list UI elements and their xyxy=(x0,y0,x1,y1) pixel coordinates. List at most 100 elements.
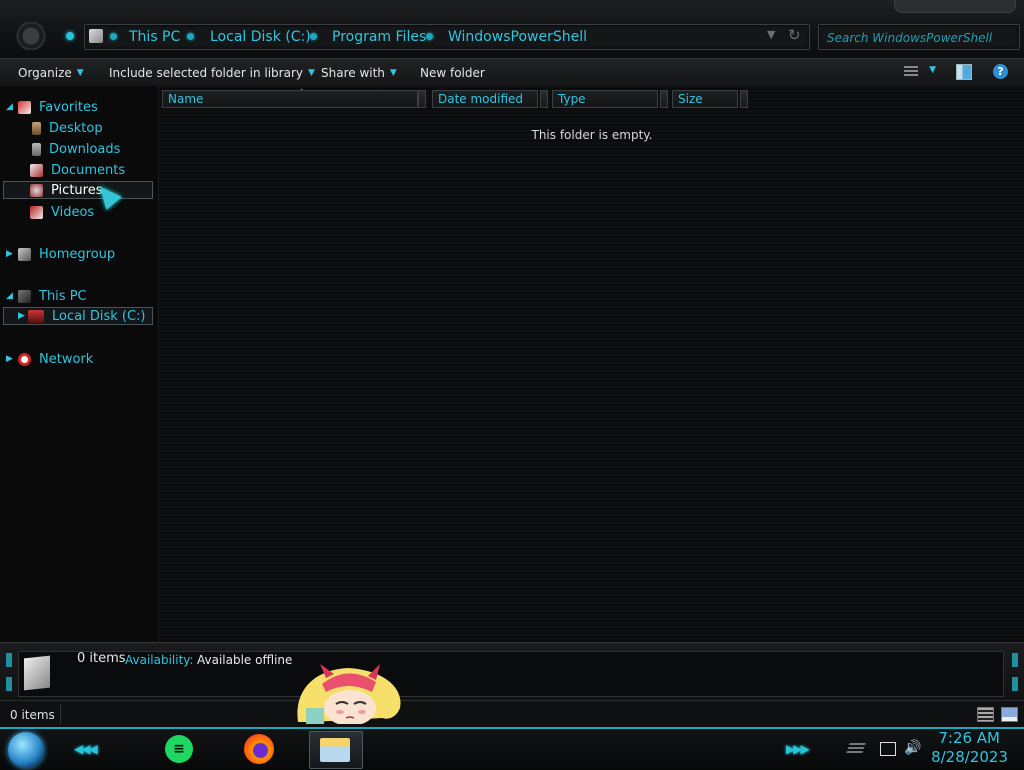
expanded-chevron-icon[interactable]: ◢ xyxy=(6,291,18,301)
command-toolbar: Organize ▼ Include selected folder in li… xyxy=(0,58,1024,87)
firefox-taskbar-icon[interactable] xyxy=(244,734,274,764)
back-forward-orb-icon[interactable] xyxy=(12,22,50,50)
nav-item-local-disk[interactable]: ▶ Local Disk (C:) xyxy=(3,307,153,325)
details-view-icon[interactable] xyxy=(977,707,994,722)
address-history-chevron-down-icon[interactable]: ▼ xyxy=(767,28,775,41)
volume-icon[interactable]: 🔊 xyxy=(904,740,921,756)
include-in-library-button[interactable]: Include selected folder in library ▼ xyxy=(109,64,315,82)
breadcrumb-local-disk[interactable]: Local Disk (C:) xyxy=(210,28,311,46)
search-input[interactable] xyxy=(825,28,1015,48)
frame-accent-left xyxy=(6,677,12,691)
search-box[interactable] xyxy=(818,24,1020,50)
nav-label-downloads: Downloads xyxy=(49,141,121,157)
folder-thumbnail-icon xyxy=(24,655,50,691)
frame-accent-left xyxy=(6,653,12,667)
spotify-taskbar-icon[interactable]: ≡ xyxy=(165,735,193,763)
action-center-flag-icon[interactable] xyxy=(846,743,866,753)
nav-item-network[interactable]: ▶ Network xyxy=(6,349,93,369)
collapsed-chevron-icon[interactable]: ▶ xyxy=(18,311,28,321)
nav-item-documents[interactable]: Documents xyxy=(30,160,125,180)
breadcrumb-separator-icon[interactable] xyxy=(310,33,317,40)
nav-item-pictures[interactable]: Pictures xyxy=(3,181,153,199)
column-label-name: Name xyxy=(168,92,204,106)
expanded-chevron-icon[interactable]: ◢ xyxy=(6,102,18,112)
nav-item-homegroup[interactable]: ▶ Homegroup xyxy=(6,244,115,264)
change-view-icon[interactable] xyxy=(904,66,918,77)
chevron-down-icon: ▼ xyxy=(307,68,315,78)
column-header-size[interactable]: Size xyxy=(672,90,738,108)
taskbar-decoration-chevrons-icon: ◀◀◀ xyxy=(74,742,98,756)
help-icon[interactable]: ? xyxy=(993,64,1008,79)
empty-folder-message: This folder is empty. xyxy=(531,128,653,142)
column-resize-handle[interactable] xyxy=(740,90,748,108)
taskbar-decoration-chevrons-icon: ▶▶▶ xyxy=(786,742,810,756)
file-explorer-icon xyxy=(320,738,350,762)
nav-item-favorites[interactable]: ◢ Favorites xyxy=(6,97,98,117)
column-header-date-modified[interactable]: Date modified xyxy=(432,90,538,108)
share-with-label: Share with xyxy=(321,66,385,80)
videos-icon xyxy=(30,205,43,219)
column-header-name[interactable]: Name xyxy=(162,90,418,108)
details-item-count: 0 items xyxy=(77,651,126,666)
view-options-chevron-down-icon[interactable]: ▼ xyxy=(929,65,936,75)
clock-time[interactable]: 7:26 AM xyxy=(938,729,1000,747)
clock-date[interactable]: 8/28/2023 xyxy=(931,748,1008,766)
documents-icon xyxy=(30,163,43,177)
breadcrumb-separator-icon[interactable] xyxy=(426,33,433,40)
nav-item-desktop[interactable]: Desktop xyxy=(32,118,103,138)
computer-icon xyxy=(18,289,31,303)
refresh-icon[interactable]: ↻ xyxy=(788,26,801,44)
collapsed-chevron-icon[interactable]: ▶ xyxy=(6,249,18,259)
large-icons-view-icon[interactable] xyxy=(1001,707,1018,722)
downloads-icon xyxy=(32,142,41,156)
details-pane: 0 items Availability: Available offline xyxy=(0,642,1024,701)
preview-pane-icon[interactable] xyxy=(956,64,972,80)
nav-label-network: Network xyxy=(39,351,94,367)
title-bar: This PC Local Disk (C:) Program Files Wi… xyxy=(0,0,1024,58)
network-icon xyxy=(18,352,31,366)
breadcrumb-separator-icon[interactable] xyxy=(187,33,194,40)
breadcrumb-this-pc[interactable]: This PC xyxy=(129,28,180,46)
column-resize-handle[interactable] xyxy=(660,90,668,108)
breadcrumb-windowspowershell[interactable]: WindowsPowerShell xyxy=(448,28,587,46)
organize-button[interactable]: Organize ▼ xyxy=(18,64,84,82)
drive-icon xyxy=(28,309,44,323)
address-bar[interactable]: This PC Local Disk (C:) Program Files Wi… xyxy=(84,24,810,50)
start-button[interactable] xyxy=(8,732,44,768)
nav-label-videos: Videos xyxy=(51,204,95,220)
nav-label-homegroup: Homegroup xyxy=(39,246,116,262)
column-resize-handle[interactable] xyxy=(418,90,426,108)
file-list-area[interactable]: ▲ Name Date modified Type Size This fold… xyxy=(158,86,1024,642)
status-item-count: 0 items xyxy=(10,708,55,722)
column-label-type: Type xyxy=(558,92,586,106)
nav-label-this-pc: This PC xyxy=(39,288,87,304)
nav-item-videos[interactable]: Videos xyxy=(30,202,94,222)
homegroup-icon xyxy=(18,247,31,261)
nav-item-downloads[interactable]: Downloads xyxy=(32,139,120,159)
chevron-down-icon: ▼ xyxy=(76,68,84,78)
breadcrumb-program-files[interactable]: Program Files xyxy=(332,28,426,46)
frame-accent-right xyxy=(1012,677,1018,691)
breadcrumb-separator-icon[interactable] xyxy=(110,33,117,40)
recent-locations-icon[interactable] xyxy=(66,32,74,40)
status-divider xyxy=(60,704,61,724)
availability-value: Available offline xyxy=(197,653,293,667)
new-folder-button[interactable]: New folder xyxy=(420,64,485,82)
frame-accent-right xyxy=(1012,653,1018,667)
column-header-type[interactable]: Type xyxy=(552,90,658,108)
pictures-icon xyxy=(30,183,43,197)
nav-item-this-pc[interactable]: ◢ This PC xyxy=(6,286,87,306)
favorites-star-icon xyxy=(18,100,31,114)
share-with-button[interactable]: Share with ▼ xyxy=(321,64,397,82)
new-folder-label: New folder xyxy=(420,66,485,80)
network-tray-icon[interactable] xyxy=(880,742,896,756)
column-resize-handle[interactable] xyxy=(540,90,548,108)
collapsed-chevron-icon[interactable]: ▶ xyxy=(6,354,18,364)
availability-label: Availability: xyxy=(125,653,194,667)
file-explorer-taskbar-button[interactable] xyxy=(309,731,363,769)
include-in-library-label: Include selected folder in library xyxy=(109,66,303,80)
status-bar: 0 items xyxy=(0,700,1024,728)
folder-location-icon xyxy=(89,29,103,43)
nav-label-favorites: Favorites xyxy=(39,99,98,115)
navigation-pane: ◢ Favorites Desktop Downloads Documents … xyxy=(0,86,158,642)
